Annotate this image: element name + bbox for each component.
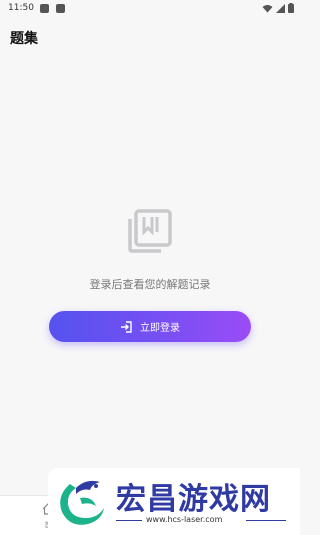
wifi-icon <box>262 4 273 12</box>
battery-icon <box>288 3 294 13</box>
page-title: 题集 <box>10 31 38 47</box>
watermark: 宏昌游戏网 www.hcs-laser.com <box>48 468 300 534</box>
signal-icon <box>276 3 285 13</box>
divider <box>246 520 286 521</box>
status-time: 11:50 <box>8 3 34 13</box>
empty-message: 登录后查看您的解题记录 <box>89 278 211 291</box>
login-button[interactable]: 立即登录 <box>49 311 251 342</box>
notification-icon <box>56 4 65 13</box>
notification-icon <box>40 4 49 13</box>
login-button-label: 立即登录 <box>140 323 180 334</box>
status-icons <box>262 3 294 13</box>
divider <box>116 520 142 521</box>
empty-state <box>0 208 300 254</box>
watermark-brand: 宏昌游戏网 <box>116 482 271 517</box>
login-arrow-icon <box>121 320 132 333</box>
watermark-url: www.hcs-laser.com <box>146 515 223 524</box>
bookmark-book-icon <box>128 209 172 253</box>
dragon-logo-icon <box>60 480 104 525</box>
status-bar: 11:50 <box>0 0 300 18</box>
